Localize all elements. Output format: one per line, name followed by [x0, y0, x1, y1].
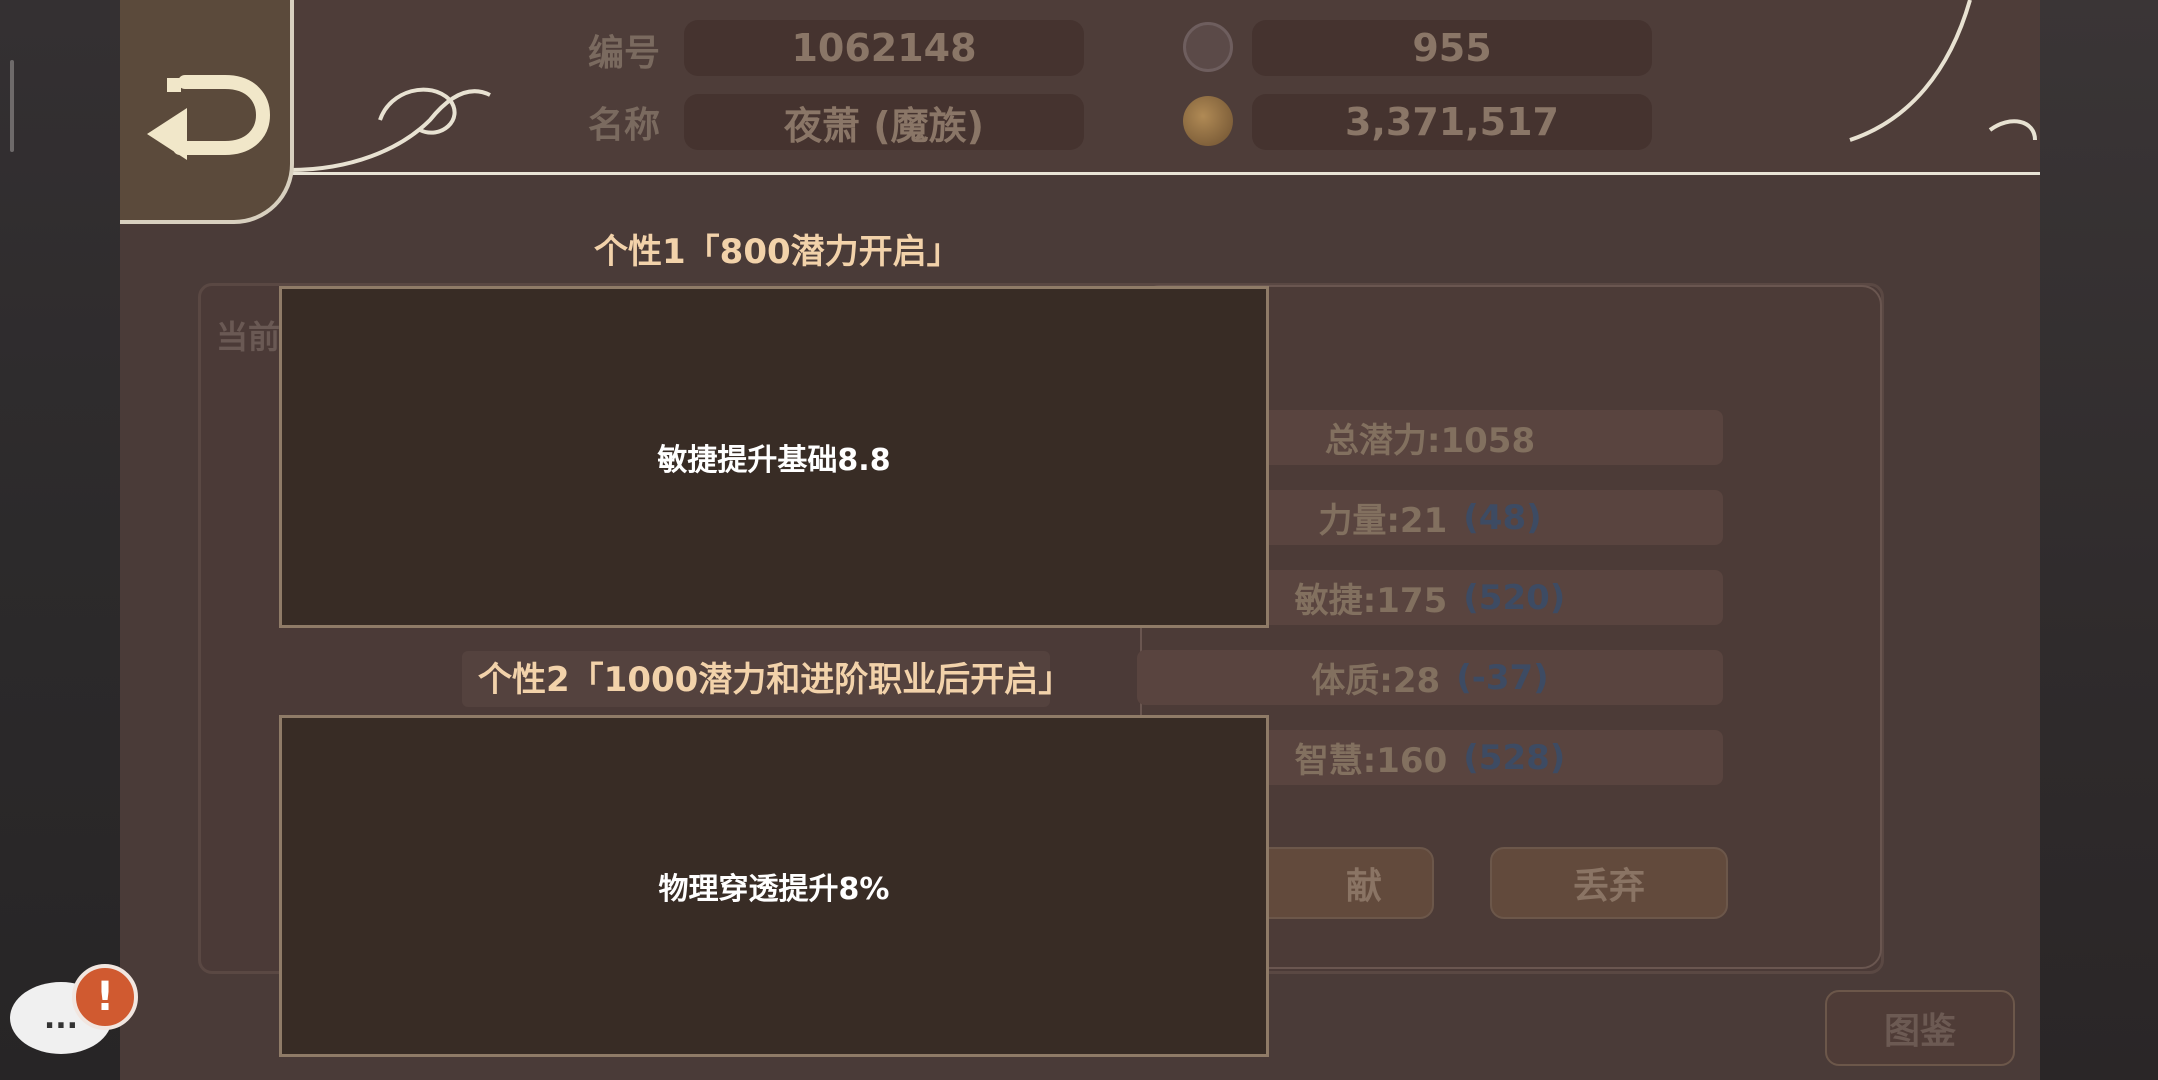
- gem-count: 955: [1252, 20, 1652, 76]
- trait2-box: 物理穿透提升8%: [279, 715, 1269, 1057]
- id-label: 编号: [588, 33, 661, 74]
- id-field: 1062148: [684, 20, 1084, 76]
- trait2-title: 个性2「1000潜力和进阶职业后开启」: [478, 660, 1073, 700]
- gem-icon: [1183, 22, 1233, 72]
- gold-coin-icon: [1183, 96, 1233, 146]
- discard-button[interactable]: 丢弃: [1490, 847, 1728, 919]
- trait2-desc: 物理穿透提升8%: [658, 872, 890, 907]
- trait1-desc: 敏捷提升基础8.8: [657, 443, 891, 478]
- ornate-border: [290, 0, 2037, 172]
- constitution-stat: 体质:28 (-37): [1137, 650, 1723, 705]
- left-backdrop: [0, 0, 120, 1080]
- back-arrow-icon: [147, 75, 270, 160]
- side-scroll-handle[interactable]: [10, 60, 14, 152]
- trait1-title: 个性1「800潜力开启」: [594, 232, 961, 272]
- current-label: 当前: [216, 318, 281, 356]
- name-label: 名称: [588, 105, 661, 146]
- trait1-box: 敏捷提升基础8.8: [279, 286, 1269, 628]
- name-field: 夜萧 (魔族): [684, 94, 1084, 150]
- gold-count: 3,371,517: [1252, 94, 1652, 150]
- alert-icon[interactable]: !: [72, 964, 138, 1030]
- gallery-button[interactable]: 图鉴: [1825, 990, 2015, 1066]
- back-button[interactable]: [120, 0, 294, 224]
- right-backdrop: [2040, 0, 2158, 1080]
